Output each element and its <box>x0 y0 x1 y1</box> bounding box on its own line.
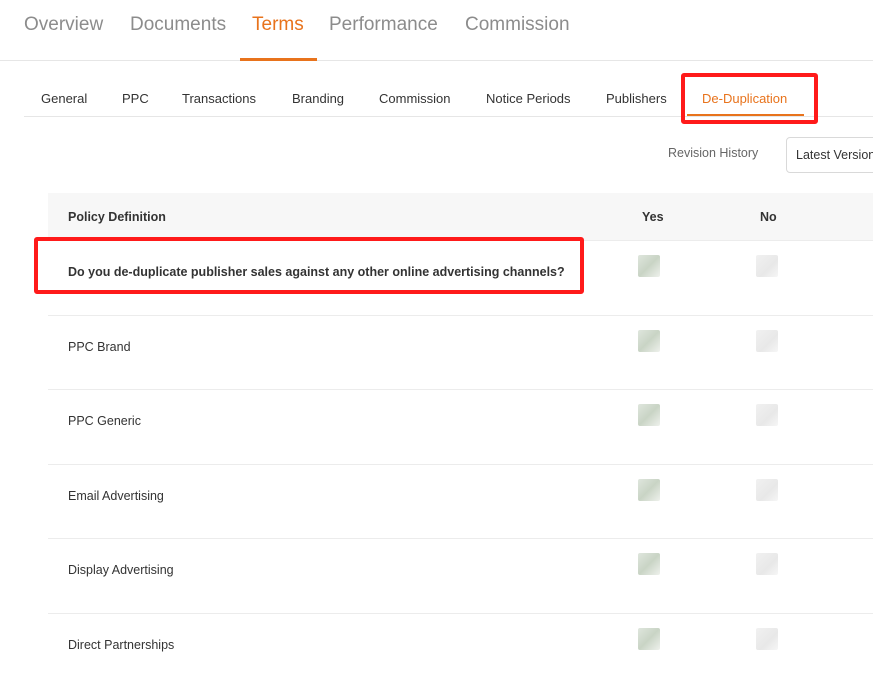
top-tab-bar: Overview Documents Terms Performance Com… <box>0 0 873 61</box>
policy-display-advertising: Display Advertising <box>68 563 174 578</box>
no-radio[interactable] <box>756 404 778 427</box>
yes-radio[interactable] <box>638 553 660 576</box>
tab-performance[interactable]: Performance <box>329 14 438 36</box>
table-header: Policy Definition Yes No <box>48 193 873 241</box>
policy-email-advertising: Email Advertising <box>68 488 164 503</box>
active-subtab-indicator <box>687 114 804 116</box>
yes-radio[interactable] <box>638 404 660 427</box>
yes-radio[interactable] <box>638 255 660 277</box>
no-radio[interactable] <box>756 553 778 576</box>
no-radio[interactable] <box>756 255 778 277</box>
table-row: Email Advertising <box>48 465 873 540</box>
version-select[interactable]: Latest Version <box>786 137 873 173</box>
table-row: Do you de-duplicate publisher sales agai… <box>48 241 873 316</box>
policy-direct-partnerships: Direct Partnerships <box>68 637 175 652</box>
subtab-branding[interactable]: Branding <box>292 91 344 106</box>
subtab-notice-periods[interactable]: Notice Periods <box>486 91 571 106</box>
subtab-ppc[interactable]: PPC <box>122 91 149 106</box>
table-row: PPC Generic <box>48 390 873 465</box>
revision-history-label: Revision History <box>668 146 759 160</box>
subtab-general[interactable]: General <box>41 91 87 106</box>
subtab-commission[interactable]: Commission <box>379 91 451 106</box>
yes-radio[interactable] <box>638 329 660 352</box>
active-tab-indicator <box>240 58 317 61</box>
policy-ppc-generic: PPC Generic <box>68 414 141 429</box>
policy-table: Policy Definition Yes No Do you de-dupli… <box>48 193 873 681</box>
no-radio[interactable] <box>756 329 778 352</box>
policy-question: Do you de-duplicate publisher sales agai… <box>68 265 565 279</box>
header-policy-definition: Policy Definition <box>68 210 166 224</box>
yes-radio[interactable] <box>638 478 660 501</box>
tab-terms[interactable]: Terms <box>252 14 304 36</box>
no-radio[interactable] <box>756 478 778 501</box>
subtab-publishers[interactable]: Publishers <box>606 91 667 106</box>
header-yes: Yes <box>642 210 664 224</box>
yes-radio[interactable] <box>638 627 660 650</box>
tab-overview[interactable]: Overview <box>24 14 103 36</box>
policy-ppc-brand: PPC Brand <box>68 339 131 354</box>
subtab-transactions[interactable]: Transactions <box>182 91 256 106</box>
sub-tab-bar: General PPC Transactions Branding Commis… <box>24 75 873 117</box>
table-row: Direct Partnerships <box>48 614 873 681</box>
tab-documents[interactable]: Documents <box>130 14 226 36</box>
header-no: No <box>760 210 777 224</box>
no-radio[interactable] <box>756 627 778 650</box>
tab-commission[interactable]: Commission <box>465 14 570 36</box>
table-row: PPC Brand <box>48 316 873 391</box>
subtab-de-duplication[interactable]: De-Duplication <box>702 91 787 106</box>
table-row: Display Advertising <box>48 539 873 614</box>
